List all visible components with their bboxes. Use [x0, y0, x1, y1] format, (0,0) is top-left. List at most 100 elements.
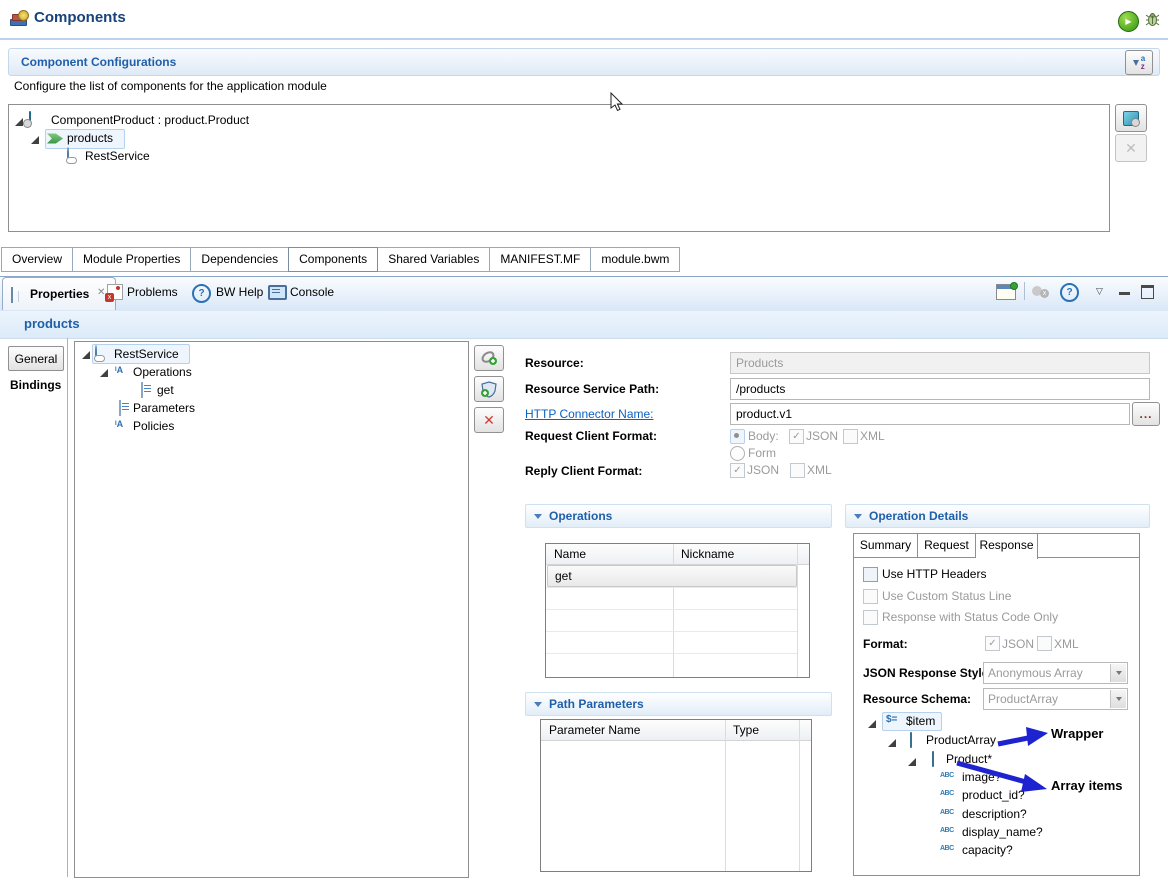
browse-button[interactable]: ... — [1132, 402, 1160, 426]
operation-details-title: Operation Details — [869, 509, 968, 523]
schema-field-image[interactable]: image? — [962, 770, 1001, 784]
col-type[interactable]: Type — [733, 723, 759, 737]
tree-item-policies[interactable]: Policies — [133, 419, 174, 433]
twistie-icon[interactable] — [908, 758, 916, 766]
minimize-icon[interactable] — [1119, 292, 1130, 295]
schema-field-display-name[interactable]: display_name? — [962, 825, 1043, 839]
side-tab-bindings[interactable]: Bindings — [10, 378, 64, 392]
od-tab-summary[interactable]: Summary — [854, 534, 918, 557]
schema-field-capacity[interactable]: capacity? — [962, 843, 1013, 857]
tab-module-properties[interactable]: Module Properties — [72, 247, 191, 272]
run-icon[interactable]: ▶ — [1118, 11, 1139, 32]
tab-module-bwm[interactable]: module.bwm — [590, 247, 680, 272]
twistie-icon[interactable] — [888, 739, 896, 747]
table-row-divider — [546, 653, 797, 654]
tree-item-products-label[interactable]: products — [67, 131, 113, 145]
twistie-icon[interactable] — [100, 369, 108, 377]
annotation-wrapper: Wrapper — [1051, 726, 1104, 741]
add-component-button[interactable] — [1115, 104, 1147, 132]
json-response-style-value: Anonymous Array — [988, 666, 1083, 680]
add-policy-button[interactable] — [474, 376, 504, 402]
tab-problems-view[interactable]: Problems — [127, 285, 178, 299]
tab-manifest[interactable]: MANIFEST.MF — [489, 247, 591, 272]
properties-table-icon — [11, 287, 13, 303]
tree-item-parameters[interactable]: Parameters — [133, 401, 195, 415]
column-divider — [797, 544, 798, 677]
tab-overview[interactable]: Overview — [1, 247, 73, 272]
debug-icon[interactable] — [1144, 11, 1161, 28]
sort-z-glyph: z — [1141, 63, 1145, 71]
schema-item-label[interactable]: $item — [906, 714, 935, 728]
resource-field: Products — [730, 352, 1150, 374]
tab-dependencies[interactable]: Dependencies — [190, 247, 289, 272]
od-tab-response[interactable]: Response — [976, 534, 1038, 559]
resource-schema-value: ProductArray — [988, 692, 1058, 706]
col-parameter-name[interactable]: Parameter Name — [549, 723, 640, 737]
pin-editor-icon[interactable] — [996, 284, 1016, 300]
use-custom-status-line-label: Use Custom Status Line — [882, 589, 1011, 603]
operations-row-get[interactable]: get — [547, 565, 797, 587]
tab-shared-variables[interactable]: Shared Variables — [377, 247, 490, 272]
sort-button[interactable]: a z — [1125, 50, 1153, 75]
col-nickname[interactable]: Nickname — [681, 547, 734, 561]
ellipsis-icon: ... — [1139, 407, 1152, 421]
json-response-style-select: Anonymous Array — [983, 662, 1128, 684]
use-http-headers-checkbox[interactable] — [863, 567, 878, 582]
view-menu-icon[interactable]: ▽ — [1096, 286, 1103, 297]
tree-item-restservice[interactable]: RestService — [85, 149, 150, 163]
operations-section-header[interactable]: Operations — [525, 504, 832, 528]
schema-wrapper-label[interactable]: ProductArray — [926, 733, 996, 747]
tree-item-get[interactable]: get — [157, 383, 174, 397]
table-row-divider — [546, 587, 797, 588]
maximize-icon[interactable] — [1141, 285, 1154, 299]
mouse-cursor — [610, 92, 624, 112]
view-help-icon[interactable]: ? — [1060, 283, 1079, 302]
twistie-icon[interactable] — [15, 118, 23, 126]
cell-get[interactable]: get — [555, 569, 572, 583]
tab-components[interactable]: Components — [288, 247, 378, 272]
tab-console-view[interactable]: Console — [290, 285, 334, 299]
resource-schema-label: Resource Schema: — [863, 692, 971, 706]
string-icon: ABC — [940, 809, 954, 816]
od-tab-request[interactable]: Request — [918, 534, 976, 557]
http-connector-name-field[interactable]: product.v1 — [730, 403, 1130, 425]
format-json-label: JSON — [1002, 637, 1034, 651]
tree-item-operations[interactable]: Operations — [133, 365, 192, 379]
section-twistie-icon — [854, 514, 862, 519]
remove-component-button: ✕ — [1115, 134, 1147, 162]
element-icon — [910, 732, 912, 748]
form-radio — [730, 446, 745, 461]
tree-item-component[interactable]: ComponentProduct : product.Product — [51, 113, 249, 127]
http-connector-name-link[interactable]: HTTP Connector Name: — [525, 407, 654, 421]
component-icon — [1123, 111, 1139, 126]
string-icon: ABC — [940, 790, 954, 797]
response-status-code-only-label: Response with Status Code Only — [882, 610, 1058, 624]
policies-icon: ᴵA — [115, 419, 123, 429]
schema-field-product-id[interactable]: product_id? — [962, 788, 1025, 802]
body-radio — [730, 429, 745, 444]
request-client-format-label: Request Client Format: — [525, 429, 657, 443]
schema-array-label[interactable]: Product* — [946, 752, 992, 766]
reply-client-format-label: Reply Client Format: — [525, 464, 642, 478]
components-tree: ComponentProduct : product.Product produ… — [8, 104, 1110, 232]
twistie-icon[interactable] — [868, 720, 876, 728]
reply-json-label: JSON — [747, 463, 779, 477]
request-json-checkbox — [789, 429, 804, 444]
side-tab-general[interactable]: General — [8, 346, 64, 371]
column-divider — [725, 720, 726, 871]
twistie-icon[interactable] — [31, 136, 39, 144]
add-resource-button[interactable] — [474, 345, 504, 371]
tab-properties-view[interactable]: Properties ✕ — [2, 277, 116, 310]
editor-header: Components ▶ — [0, 0, 1168, 40]
twistie-icon[interactable] — [82, 351, 90, 359]
tree-item-restservice-label[interactable]: RestService — [114, 347, 179, 361]
side-tab-general-label: General — [15, 352, 58, 366]
path-parameters-section-header[interactable]: Path Parameters — [525, 692, 832, 716]
operation-details-section-header[interactable]: Operation Details — [845, 504, 1150, 528]
col-name[interactable]: Name — [554, 547, 586, 561]
tab-bw-help-view[interactable]: BW Help — [216, 285, 263, 299]
path-parameters-title: Path Parameters — [549, 697, 644, 711]
resource-service-path-field[interactable]: /products — [730, 378, 1150, 400]
schema-field-description[interactable]: description? — [962, 807, 1027, 821]
delete-operation-button[interactable]: ✕ — [474, 407, 504, 433]
